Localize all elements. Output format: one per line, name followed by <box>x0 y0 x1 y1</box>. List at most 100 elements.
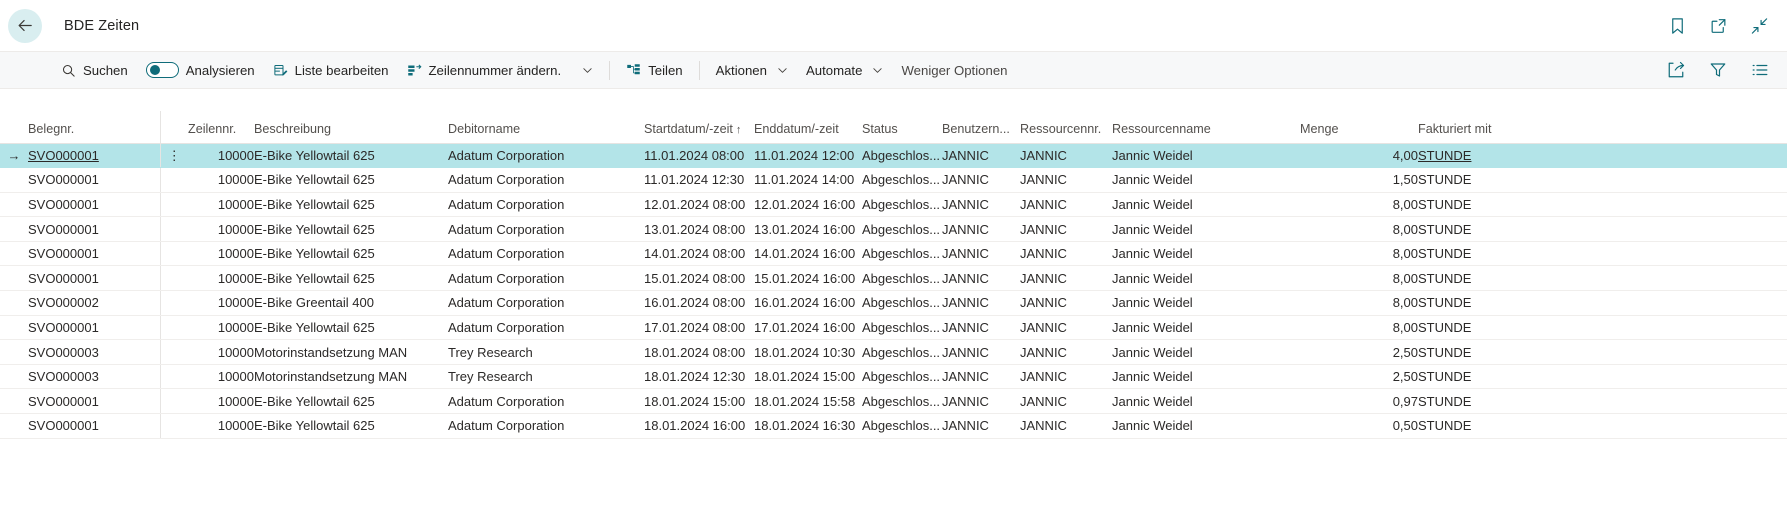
cell-debitorname[interactable]: Adatum Corporation <box>448 216 644 242</box>
cell-ressourcennr[interactable]: JANNIC <box>1020 364 1112 390</box>
column-header-fakturiert-mit[interactable]: Fakturiert mit <box>1418 111 1578 144</box>
cell-debitorname[interactable]: Trey Research <box>448 364 644 390</box>
edit-list-button[interactable]: Liste bearbeiten <box>264 51 398 89</box>
cell-fakturiert-mit[interactable]: STUNDE <box>1418 143 1578 169</box>
fewer-options-button[interactable]: Weniger Optionen <box>892 51 1016 89</box>
cell-debitorname[interactable]: Adatum Corporation <box>448 315 644 341</box>
column-header-benutzername[interactable]: Benutzern... <box>942 111 1020 144</box>
cell-debitorname[interactable]: Adatum Corporation <box>448 290 644 316</box>
table-row[interactable]: SVO000001 10000 E-Bike Yellowtail 625 Adatu… <box>0 241 1787 267</box>
cell-belegnr[interactable]: SVO000001 <box>28 315 160 341</box>
cell-ressourcenname[interactable]: Jannic Weidel <box>1112 290 1300 316</box>
table-row[interactable]: SVO000001 10000 E-Bike Yellowtail 625 Adatu… <box>0 388 1787 415</box>
bookmark-icon[interactable] <box>1668 16 1687 35</box>
table-row[interactable]: SVO000001 10000 E-Bike Yellowtail 625 Adatu… <box>0 413 1787 439</box>
actions-menu[interactable]: Aktionen <box>707 51 797 89</box>
column-header-ressourcenname[interactable]: Ressourcenname <box>1112 111 1300 144</box>
cell-beschreibung[interactable]: E-Bike Yellowtail 625 <box>254 216 448 242</box>
collapse-icon[interactable] <box>1750 16 1769 35</box>
share-export-icon[interactable] <box>1667 61 1685 79</box>
cell-fakturiert-mit[interactable]: STUNDE <box>1418 216 1578 242</box>
analyze-toggle-group[interactable]: Analysieren <box>137 51 264 89</box>
cell-ressourcennr[interactable]: JANNIC <box>1020 143 1112 169</box>
cell-fakturiert-mit[interactable]: STUNDE <box>1418 265 1578 292</box>
row-menu-icon[interactable] <box>159 216 188 242</box>
back-button[interactable] <box>8 8 42 43</box>
cell-beschreibung[interactable]: E-Bike Yellowtail 625 <box>254 241 448 267</box>
cell-ressourcennr[interactable]: JANNIC <box>1020 241 1112 267</box>
column-header-startdatum[interactable]: Startdatum/-zeit ↑ <box>644 111 754 144</box>
cell-fakturiert-mit[interactable]: STUNDE <box>1418 192 1578 218</box>
cell-belegnr[interactable]: SVO000003 <box>28 339 160 365</box>
cell-ressourcenname[interactable]: Jannic Weidel <box>1112 364 1300 390</box>
cell-belegnr[interactable]: SVO000001 <box>28 192 160 218</box>
cell-debitorname[interactable]: Adatum Corporation <box>448 265 644 292</box>
cell-ressourcenname[interactable]: Jannic Weidel <box>1112 167 1300 193</box>
column-header-zeilennr[interactable]: Zeilennr. <box>188 111 254 144</box>
column-header-beschreibung[interactable]: Beschreibung <box>254 111 448 144</box>
cell-beschreibung[interactable]: E-Bike Yellowtail 625 <box>254 192 448 218</box>
cell-belegnr[interactable]: SVO000001 <box>28 241 160 267</box>
column-header-belegnr[interactable]: Belegnr. <box>28 111 160 144</box>
cell-ressourcennr[interactable]: JANNIC <box>1020 315 1112 341</box>
cell-ressourcenname[interactable]: Jannic Weidel <box>1112 241 1300 267</box>
share-button[interactable]: Teilen <box>617 51 691 89</box>
cell-belegnr[interactable]: SVO000002 <box>28 290 160 316</box>
cell-ressourcennr[interactable]: JANNIC <box>1020 339 1112 365</box>
cell-fakturiert-mit[interactable]: STUNDE <box>1418 413 1578 439</box>
cell-fakturiert-mit[interactable]: STUNDE <box>1418 339 1578 365</box>
cell-fakturiert-mit[interactable]: STUNDE <box>1418 364 1578 390</box>
analyze-toggle[interactable] <box>145 62 179 78</box>
more-commands-button[interactable] <box>570 51 602 89</box>
cell-beschreibung[interactable]: E-Bike Yellowtail 625 <box>254 388 448 415</box>
table-row[interactable]: SVO000001 10000 E-Bike Yellowtail 625 Adatu… <box>0 315 1787 341</box>
row-menu-icon[interactable] <box>159 241 188 267</box>
cell-ressourcennr[interactable]: JANNIC <box>1020 192 1112 218</box>
cell-debitorname[interactable]: Trey Research <box>448 339 644 365</box>
search-button[interactable]: Suchen <box>52 51 137 89</box>
row-menu-icon[interactable] <box>159 167 188 193</box>
column-header-enddatum[interactable]: Enddatum/-zeit <box>754 111 862 144</box>
table-row[interactable]: SVO000001 10000 E-Bike Yellowtail 625 Adatu… <box>0 192 1787 218</box>
cell-beschreibung[interactable]: E-Bike Yellowtail 625 <box>254 265 448 292</box>
cell-fakturiert-mit[interactable]: STUNDE <box>1418 315 1578 341</box>
column-header-debitorname[interactable]: Debitorname <box>448 111 644 144</box>
cell-beschreibung[interactable]: Motorinstandsetzung MAN <box>254 364 448 390</box>
cell-fakturiert-mit[interactable]: STUNDE <box>1418 167 1578 193</box>
table-row[interactable]: SVO000001 10000 E-Bike Yellowtail 625 Adatu… <box>0 167 1787 193</box>
row-menu-icon[interactable] <box>159 413 188 439</box>
list-options-icon[interactable] <box>1751 61 1769 79</box>
automate-menu[interactable]: Automate <box>797 51 892 89</box>
row-menu-icon[interactable] <box>159 388 188 415</box>
cell-ressourcennr[interactable]: JANNIC <box>1020 290 1112 316</box>
table-row[interactable]: SVO000001 10000 E-Bike Yellowtail 625 Adatu… <box>0 216 1787 242</box>
cell-debitorname[interactable]: Adatum Corporation <box>448 388 644 415</box>
open-in-new-window-icon[interactable] <box>1709 16 1728 35</box>
column-header-menge[interactable]: Menge <box>1300 111 1418 144</box>
cell-ressourcenname[interactable]: Jannic Weidel <box>1112 216 1300 242</box>
row-menu-icon[interactable] <box>159 339 188 365</box>
row-menu-icon[interactable] <box>159 315 188 341</box>
cell-debitorname[interactable]: Adatum Corporation <box>448 143 644 169</box>
row-menu-icon[interactable] <box>159 364 188 390</box>
cell-belegnr[interactable]: SVO000001 <box>28 413 160 439</box>
row-menu-icon[interactable] <box>159 192 188 218</box>
cell-fakturiert-mit[interactable]: STUNDE <box>1418 388 1578 415</box>
cell-debitorname[interactable]: Adatum Corporation <box>448 241 644 267</box>
column-header-ressourcennr[interactable]: Ressourcennr. <box>1020 111 1112 144</box>
cell-beschreibung[interactable]: E-Bike Greentail 400 <box>254 290 448 316</box>
cell-beschreibung[interactable]: Motorinstandsetzung MAN <box>254 339 448 365</box>
cell-belegnr[interactable]: SVO000001 <box>28 143 160 169</box>
cell-ressourcennr[interactable]: JANNIC <box>1020 388 1112 415</box>
cell-beschreibung[interactable]: E-Bike Yellowtail 625 <box>254 315 448 341</box>
cell-belegnr[interactable]: SVO000001 <box>28 388 160 415</box>
cell-belegnr[interactable]: SVO000003 <box>28 364 160 390</box>
row-menu-icon[interactable] <box>159 265 188 292</box>
cell-ressourcenname[interactable]: Jannic Weidel <box>1112 315 1300 341</box>
cell-fakturiert-mit[interactable]: STUNDE <box>1418 241 1578 267</box>
cell-ressourcenname[interactable]: Jannic Weidel <box>1112 339 1300 365</box>
cell-belegnr[interactable]: SVO000001 <box>28 167 160 193</box>
table-row[interactable]: SVO000001 10000 E-Bike Yellowtail 625 Adatu… <box>0 265 1787 292</box>
column-header-status[interactable]: Status <box>862 111 942 144</box>
table-row[interactable]: SVO000002 10000 E-Bike Greentail 400 Adatum… <box>0 290 1787 316</box>
